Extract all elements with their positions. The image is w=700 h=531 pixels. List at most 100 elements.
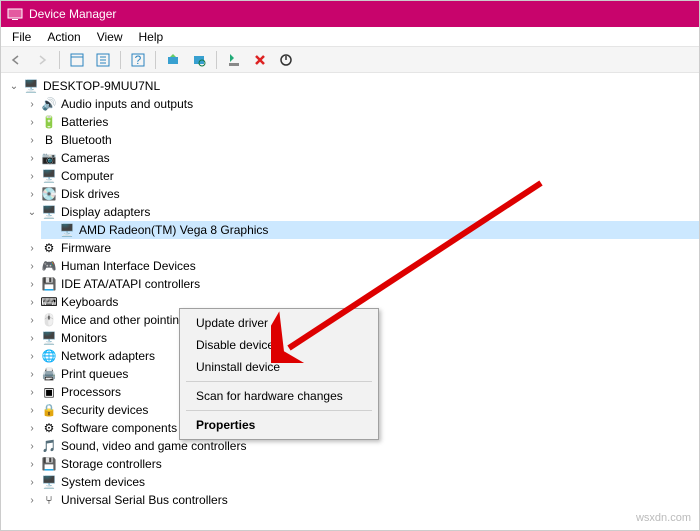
tree-category-batteries[interactable]: ›🔋Batteries [23,113,699,131]
watermark: wsxdn.com [636,512,691,524]
category-label: Firmware [61,241,111,255]
category-label: Keyboards [61,295,118,309]
app-icon [7,6,23,22]
tree-category-audio[interactable]: ›🔊Audio inputs and outputs [23,95,699,113]
expand-icon[interactable]: › [25,475,39,489]
category-label: Storage controllers [61,457,162,471]
expand-icon[interactable]: › [25,151,39,165]
menu-action[interactable]: Action [40,28,87,46]
forward-icon [35,53,49,67]
tree-category-storage[interactable]: ›💾Storage controllers [23,455,699,473]
category-label: Disk drives [61,187,120,201]
category-label: Print queues [61,367,128,381]
computer-name-label: DESKTOP-9MUU7NL [43,79,160,93]
category-label: Bluetooth [61,133,112,147]
expand-icon[interactable]: › [25,133,39,147]
scan-hardware-button[interactable] [188,49,210,71]
expand-icon[interactable]: › [25,403,39,417]
tree-category-bluetooth[interactable]: ›BBluetooth [23,131,699,149]
expand-icon[interactable]: › [25,169,39,183]
category-label: IDE ATA/ATAPI controllers [61,277,200,291]
enable-icon [227,53,241,67]
menu-bar: File Action View Help [1,27,699,47]
title-bar[interactable]: Device Manager [1,1,699,27]
tree-category-display[interactable]: ⌄🖥️Display adapters [23,203,699,221]
menu-file[interactable]: File [5,28,38,46]
toolbar-separator [216,51,217,69]
expand-icon[interactable]: › [25,313,39,327]
enable-button[interactable] [223,49,245,71]
context-menu: Update driver Disable device Uninstall d… [179,308,379,440]
tree-category-firmware[interactable]: ›⚙Firmware [23,239,699,257]
tree-category-hid[interactable]: ›🎮Human Interface Devices [23,257,699,275]
category-label: Human Interface Devices [61,259,196,273]
expand-icon[interactable]: › [25,331,39,345]
category-label: Computer [61,169,114,183]
device-manager-window: Device Manager File Action View Help ? ⌄… [0,0,700,531]
expand-icon[interactable]: › [25,421,39,435]
expand-icon[interactable]: › [25,295,39,309]
ctx-scan-hardware[interactable]: Scan for hardware changes [182,385,376,407]
tree-root-node[interactable]: ⌄🖥️DESKTOP-9MUU7NL [5,77,699,95]
expand-icon[interactable]: › [25,493,39,507]
expand-icon[interactable]: › [25,277,39,291]
toolbar-separator [59,51,60,69]
expand-icon[interactable]: › [25,115,39,129]
ctx-properties[interactable]: Properties [182,414,376,436]
category-label: System devices [61,475,145,489]
tree-category-usb[interactable]: ›⑂Universal Serial Bus controllers [23,491,699,509]
properties-button[interactable] [92,49,114,71]
expand-icon[interactable]: › [25,349,39,363]
expand-icon[interactable]: › [25,385,39,399]
expand-icon[interactable]: › [25,187,39,201]
menu-help[interactable]: Help [132,28,171,46]
tree-content[interactable]: ⌄🖥️DESKTOP-9MUU7NL›🔊Audio inputs and out… [1,73,699,530]
ctx-disable-device[interactable]: Disable device [182,334,376,356]
ctx-uninstall-device[interactable]: Uninstall device [182,356,376,378]
tree-icon [70,53,84,67]
update-icon [166,53,180,67]
expand-icon[interactable]: › [25,457,39,471]
svg-text:?: ? [135,53,142,67]
help-button[interactable]: ? [127,49,149,71]
toolbar-separator [155,51,156,69]
category-label: Display adapters [61,205,150,219]
tree-category-cameras[interactable]: ›📷Cameras [23,149,699,167]
window-title: Device Manager [29,7,116,21]
show-hide-tree-button[interactable] [66,49,88,71]
category-label: Cameras [61,151,110,165]
category-label: Monitors [61,331,107,345]
category-label: Audio inputs and outputs [61,97,193,111]
tree-category-computer[interactable]: ›🖥️Computer [23,167,699,185]
expand-icon[interactable]: › [25,97,39,111]
collapse-icon[interactable]: ⌄ [7,79,21,93]
tree-category-diskdrives[interactable]: ›💽Disk drives [23,185,699,203]
tree-device-amdgpu[interactable]: 🖥️AMD Radeon(TM) Vega 8 Graphics [41,221,699,239]
expand-icon[interactable]: › [25,259,39,273]
ctx-update-driver[interactable]: Update driver [182,312,376,334]
category-label: Processors [61,385,121,399]
toolbar: ? [1,47,699,73]
device-label: AMD Radeon(TM) Vega 8 Graphics [79,223,268,237]
expand-icon[interactable]: › [25,439,39,453]
category-label: Batteries [61,115,108,129]
category-label: Network adapters [61,349,155,363]
update-driver-button[interactable] [162,49,184,71]
category-label: Universal Serial Bus controllers [61,493,228,507]
ctx-separator [186,410,372,411]
properties-icon [96,53,110,67]
menu-view[interactable]: View [90,28,130,46]
category-label: Sound, video and game controllers [61,439,246,453]
tree-category-ide[interactable]: ›💾IDE ATA/ATAPI controllers [23,275,699,293]
expand-icon[interactable]: › [25,241,39,255]
ctx-separator [186,381,372,382]
disable-button[interactable] [275,49,297,71]
back-button[interactable] [5,49,27,71]
tree-category-system[interactable]: ›🖥️System devices [23,473,699,491]
back-icon [9,53,23,67]
expand-icon[interactable]: › [25,367,39,381]
uninstall-button[interactable] [249,49,271,71]
forward-button[interactable] [31,49,53,71]
scan-icon [192,53,206,67]
expand-icon[interactable]: ⌄ [25,205,39,219]
